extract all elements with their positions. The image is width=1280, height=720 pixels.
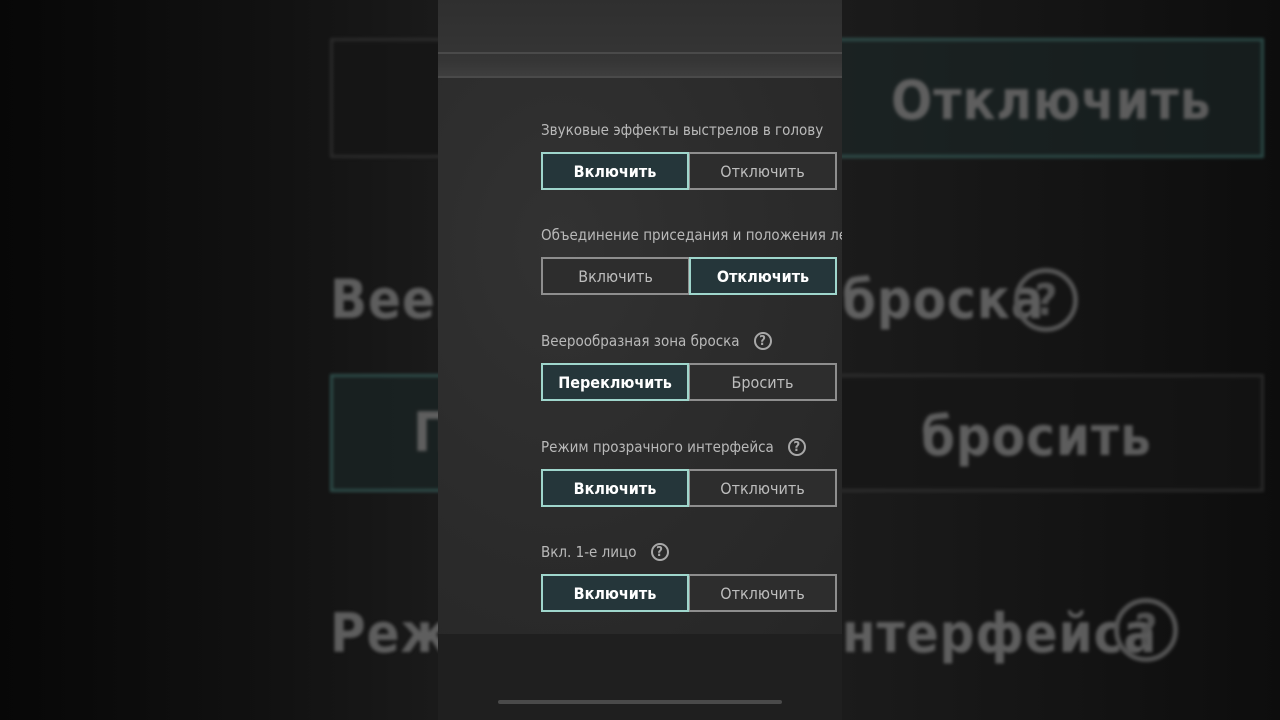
- option-disable-button[interactable]: Отключить: [689, 469, 837, 507]
- option-enable-button[interactable]: Включить: [541, 469, 689, 507]
- setting-first-person: Вкл. 1-е лицо ? Включить Отключить: [541, 542, 842, 612]
- setting-label: Режим прозрачного интерфейса: [541, 438, 774, 456]
- bg-text: нтерфейса: [842, 602, 1158, 665]
- bg-text: Режи: [330, 602, 438, 665]
- home-indicator[interactable]: [498, 700, 782, 704]
- toggle-group: Переключить Бросить: [541, 363, 837, 401]
- setting-transparent-ui: Режим прозрачного интерфейса ? Включить …: [541, 437, 842, 507]
- toggle-group: Включить Отключить: [541, 469, 837, 507]
- option-throw-button[interactable]: Бросить: [689, 363, 837, 401]
- question-circle-icon[interactable]: ?: [753, 332, 772, 350]
- bg-toggle-box: Отключить: [842, 38, 1264, 158]
- bg-text: Вееро: [330, 268, 438, 331]
- setting-label: Вкл. 1-е лицо: [541, 543, 637, 561]
- toggle-group: Включить Отключить: [541, 257, 837, 295]
- setting-label-row: Веерообразная зона броска ?: [541, 331, 842, 351]
- setting-label: Объединение приседания и положения ле: [541, 226, 842, 244]
- background-left: Вееро П Режи: [0, 0, 438, 720]
- option-enable-button[interactable]: Включить: [541, 152, 689, 190]
- setting-headshot-sound: Звуковые эффекты выстрелов в голову Вклю…: [541, 120, 842, 190]
- background-right: Отключить броска ? бросить нтерфейса ?: [842, 0, 1280, 720]
- bg-toggle-box: П: [330, 374, 438, 492]
- bg-text: П: [413, 401, 438, 464]
- setting-label-row: Режим прозрачного интерфейса ?: [541, 437, 842, 457]
- setting-fan-throw-zone: Веерообразная зона броска ? Переключить …: [541, 331, 842, 401]
- bg-text: бросить: [921, 405, 1152, 468]
- toggle-group: Включить Отключить: [541, 574, 837, 612]
- question-circle-icon[interactable]: ?: [650, 543, 669, 561]
- panel-footer: [438, 634, 842, 720]
- setting-label: Звуковые эффекты выстрелов в голову: [541, 121, 824, 139]
- setting-label-row: Вкл. 1-е лицо ?: [541, 542, 842, 562]
- toggle-group: Включить Отключить: [541, 152, 837, 190]
- settings-list[interactable]: Звуковые эффекты выстрелов в голову Вклю…: [438, 78, 842, 634]
- option-enable-button[interactable]: Включить: [541, 257, 689, 295]
- setting-crouch-prone-merge: Объединение приседания и положения ле Вк…: [541, 225, 842, 295]
- option-disable-button[interactable]: Отключить: [689, 152, 837, 190]
- bg-toggle-box: бросить: [842, 374, 1264, 492]
- bg-question-circle-icon: ?: [1114, 598, 1178, 662]
- settings-panel: Звуковые эффекты выстрелов в голову Вклю…: [438, 0, 842, 720]
- option-switch-button[interactable]: Переключить: [541, 363, 689, 401]
- bg-toggle-box: [330, 38, 438, 158]
- option-disable-button[interactable]: Отключить: [689, 257, 837, 295]
- bg-question-circle-icon: ?: [1014, 268, 1078, 332]
- question-circle-icon[interactable]: ?: [787, 438, 806, 456]
- option-disable-button[interactable]: Отключить: [689, 574, 837, 612]
- setting-label: Веерообразная зона броска: [541, 332, 740, 350]
- option-enable-button[interactable]: Включить: [541, 574, 689, 612]
- panel-header-strip: [438, 0, 842, 78]
- bg-text: Отключить: [891, 69, 1212, 132]
